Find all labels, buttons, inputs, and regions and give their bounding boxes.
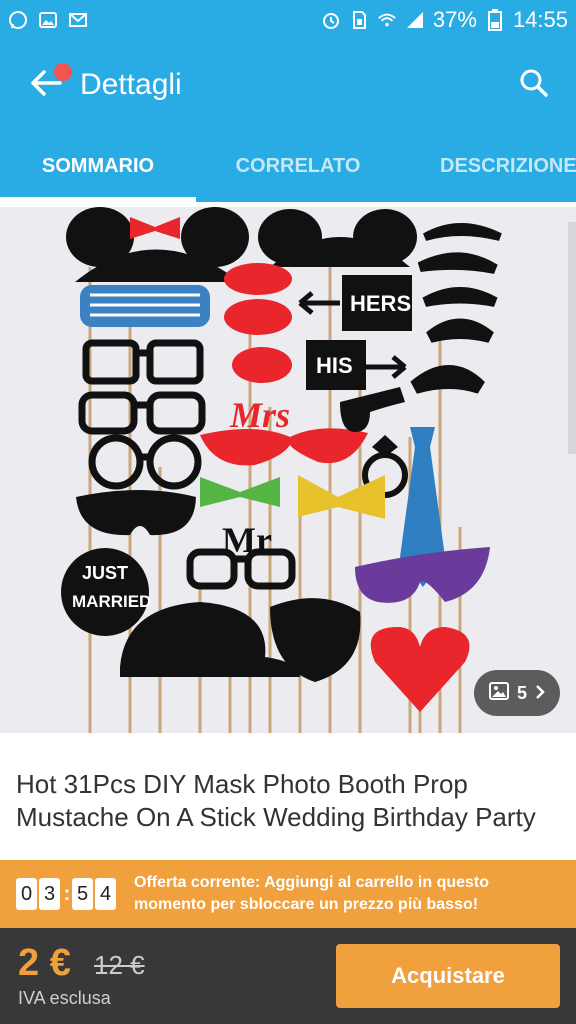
current-price: 2 € — [18, 942, 71, 984]
offer-text: Offerta corrente: Aggiungi al carrello i… — [134, 874, 490, 913]
system-status: 37% 14:55 — [321, 7, 568, 33]
wifi-icon — [377, 10, 397, 30]
mrs-prop-text: Mrs — [229, 395, 290, 435]
app-screen: 37% 14:55 Dettagli SOMMARIO CORRELATO DE… — [0, 0, 576, 1024]
gmail-icon — [68, 10, 88, 30]
product-image[interactable]: HERS HIS Mrs Mr JUST MARRIED — [0, 207, 576, 733]
timer-digit: 5 — [72, 878, 93, 910]
status-bar: 37% 14:55 — [0, 0, 576, 40]
app-toolbar: Dettagli — [0, 40, 576, 130]
purchase-bar: 2 € 12 € IVA esclusa Acquistare — [0, 928, 576, 1024]
buy-button[interactable]: Acquistare — [336, 944, 560, 1008]
next-image-peek — [568, 222, 576, 454]
image-icon — [488, 681, 509, 705]
alarm-icon — [321, 10, 341, 30]
timer-colon: : — [63, 882, 71, 905]
timer-digit: 3 — [39, 878, 60, 910]
notification-icons — [8, 10, 88, 30]
hers-sign-text: HERS — [350, 291, 411, 316]
tab-bar: SOMMARIO CORRELATO DESCRIZIONE — [0, 130, 576, 202]
chevron-right-icon — [535, 683, 545, 704]
tab-correlato[interactable]: CORRELATO — [196, 130, 400, 202]
his-sign-text: HIS — [316, 353, 353, 378]
sim-icon — [349, 10, 369, 30]
battery-percent: 37% — [432, 7, 477, 32]
search-icon — [519, 68, 549, 103]
original-price: 12 € — [94, 950, 145, 980]
mr-prop-text: Mr — [222, 520, 272, 560]
just-prop-text: JUST — [82, 563, 128, 583]
tab-sommario[interactable]: SOMMARIO — [0, 130, 196, 202]
gallery-count-badge[interactable]: 5 — [474, 670, 560, 716]
page-title: Dettagli — [80, 68, 182, 101]
notification-dot — [54, 63, 72, 81]
countdown-timer: 0 3 : 5 4 — [16, 878, 118, 910]
offer-banner: 0 3 : 5 4 Offerta corrente: Aggiungi al … — [0, 860, 576, 939]
timer-digit: 4 — [95, 878, 116, 910]
married-prop-text: MARRIED — [72, 592, 151, 611]
gallery-icon — [38, 10, 58, 30]
search-button[interactable] — [514, 65, 554, 105]
signal-icon — [405, 10, 425, 30]
tab-descrizione[interactable]: DESCRIZIONE — [400, 130, 576, 202]
whatsapp-icon — [8, 10, 28, 30]
clock: 14:55 — [512, 7, 568, 32]
photo-booth-props-illustration: HERS HIS Mrs Mr JUST MARRIED — [61, 207, 502, 733]
vat-note: IVA esclusa — [18, 988, 111, 1008]
battery-icon — [485, 9, 505, 31]
gallery-count: 5 — [516, 682, 527, 703]
timer-digit: 0 — [16, 878, 37, 910]
product-title: Hot 31Pcs DIY Mask Photo Booth Prop Must… — [16, 769, 536, 832]
back-button[interactable] — [16, 55, 76, 115]
